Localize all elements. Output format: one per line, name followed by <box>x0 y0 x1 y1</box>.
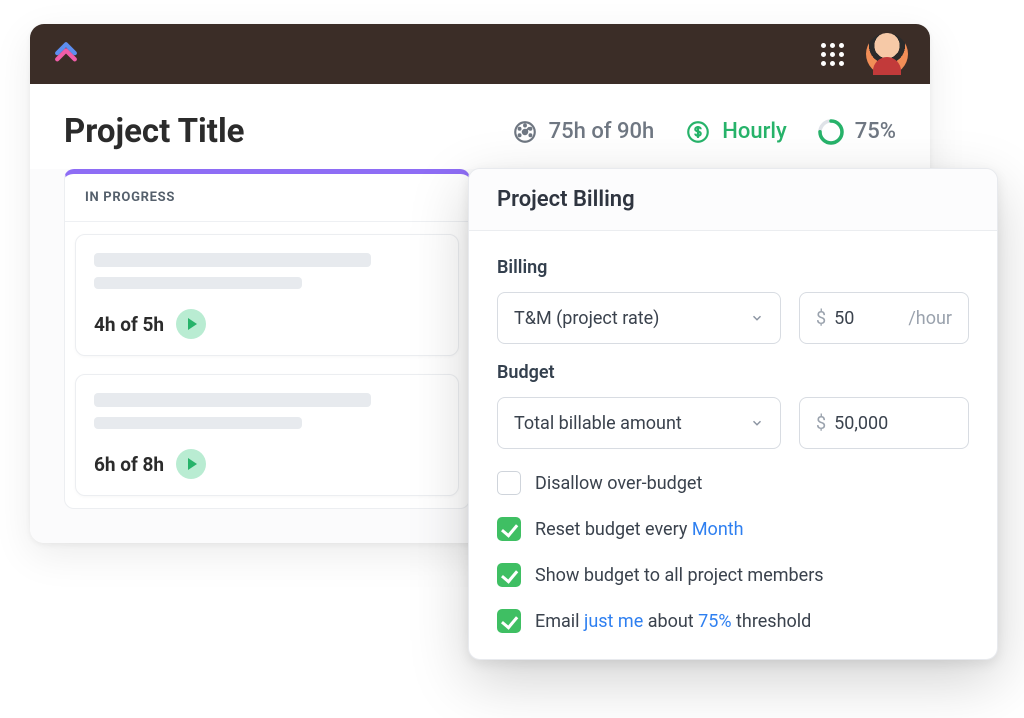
checkbox-icon[interactable] <box>497 517 521 541</box>
billing-panel: Project Billing Billing T&M (project rat… <box>468 168 998 660</box>
stat-percent[interactable]: 75% <box>817 118 896 146</box>
email-threshold-link[interactable]: 75% <box>698 611 731 632</box>
billing-rate-value: 50 <box>834 308 854 329</box>
play-button[interactable] <box>176 309 206 339</box>
apps-menu-icon[interactable] <box>821 43 844 66</box>
email-who-link[interactable]: just me <box>584 611 643 632</box>
option-disallow-overbudget[interactable]: Disallow over-budget <box>497 471 969 495</box>
option-email-threshold[interactable]: Email just me about 75% threshold <box>497 609 969 633</box>
checkbox-icon[interactable] <box>497 471 521 495</box>
project-header: Project Title 75h of 90h <box>30 84 930 169</box>
option-reset-budget[interactable]: Reset budget every Month <box>497 517 969 541</box>
currency-prefix: $ <box>816 413 826 434</box>
play-button[interactable] <box>176 449 206 479</box>
billing-type-select[interactable]: T&M (project rate) <box>497 292 781 344</box>
chevron-down-icon <box>750 311 764 325</box>
billing-rate-input[interactable]: $ 50 /hour <box>799 292 969 344</box>
panel-title: Project Billing <box>469 169 997 231</box>
task-card[interactable]: 6h of 8h <box>75 374 459 496</box>
option-show-budget[interactable]: Show budget to all project members <box>497 563 969 587</box>
stat-time[interactable]: 75h of 90h <box>511 118 655 146</box>
checkbox-icon[interactable] <box>497 609 521 633</box>
budget-amount-value: 50,000 <box>834 413 888 434</box>
dollar-circle-icon <box>684 118 712 146</box>
placeholder-line <box>94 393 371 407</box>
project-title: Project Title <box>64 112 245 151</box>
placeholder-line <box>94 253 371 267</box>
chevron-down-icon <box>750 416 764 430</box>
currency-prefix: $ <box>816 308 826 329</box>
budget-amount-input[interactable]: $ 50,000 <box>799 397 969 449</box>
progress-ring-icon <box>817 118 845 146</box>
billing-type-value: T&M (project rate) <box>514 308 659 329</box>
reset-period-link[interactable]: Month <box>692 519 744 540</box>
placeholder-line <box>94 417 302 429</box>
task-card[interactable]: 4h of 5h <box>75 234 459 356</box>
task-time: 6h of 8h <box>94 453 164 476</box>
billing-label: Billing <box>497 257 969 278</box>
column-header: IN PROGRESS <box>65 174 469 222</box>
checkbox-icon[interactable] <box>497 563 521 587</box>
rate-unit: /hour <box>908 308 952 329</box>
budget-type-select[interactable]: Total billable amount <box>497 397 781 449</box>
column-in-progress: IN PROGRESS 4h of 5h 6h of 8h <box>64 169 470 509</box>
gauge-icon <box>511 118 539 146</box>
app-logo-icon[interactable] <box>52 40 80 68</box>
project-stats: 75h of 90h Hourly <box>511 118 896 146</box>
placeholder-line <box>94 277 302 289</box>
stat-billing-type[interactable]: Hourly <box>684 118 787 146</box>
budget-type-value: Total billable amount <box>514 413 682 434</box>
user-avatar[interactable] <box>866 33 908 75</box>
task-time: 4h of 5h <box>94 313 164 336</box>
budget-label: Budget <box>497 362 969 383</box>
topbar <box>30 24 930 84</box>
